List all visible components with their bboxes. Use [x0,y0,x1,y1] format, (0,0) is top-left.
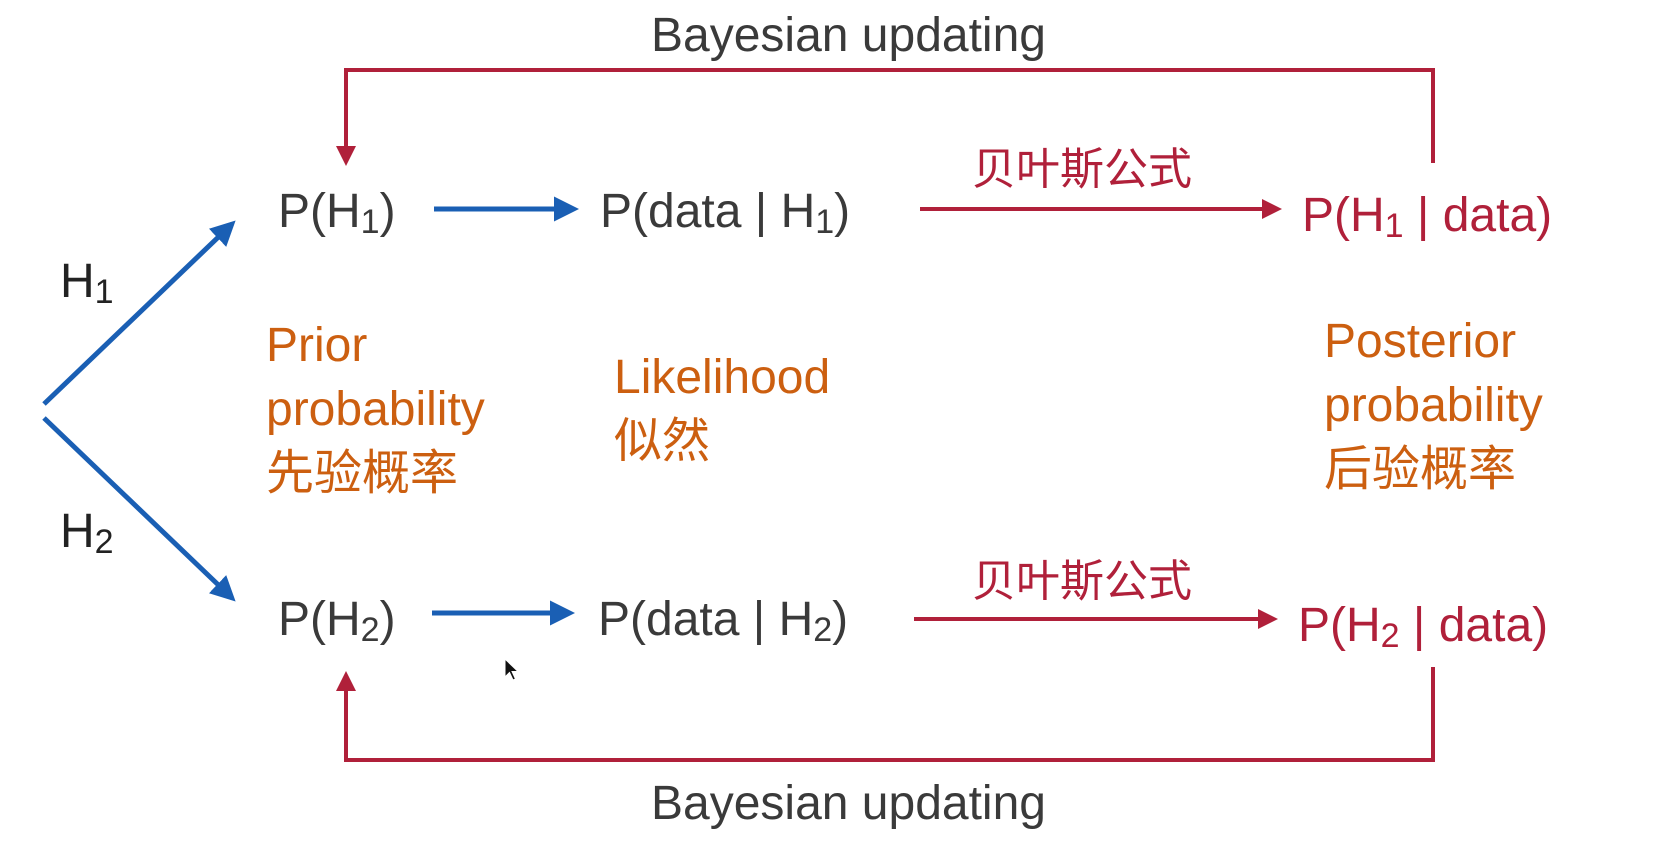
likelihood-h2: P(data | H2) [598,593,849,649]
branch-arrow-h1 [42,220,236,406]
bayesian-updating-loop-top [336,68,1435,166]
prior-h1: P(H1) [278,185,396,241]
h2-branch-label: H2 [60,505,114,561]
mouse-pointer-icon [504,658,520,681]
bayesian-updating-label-top: Bayesian updating [651,9,1046,62]
likelihood-h1: P(data | H1) [600,185,851,241]
bayesian-updating-diagram: Bayesian updating Bayesian updating H1 H… [0,0,1662,841]
posterior-h1: P(H1 | data) [1302,189,1553,245]
bayesian-updating-label-bottom: Bayesian updating [651,777,1046,830]
likelihood-description: Likelihood 似然 [614,351,831,468]
prior-h2: P(H2) [278,593,396,649]
posterior-h2: P(H2 | data) [1298,599,1549,655]
posterior-probability-description: Posterior probability 后验概率 [1324,315,1543,496]
prior-probability-description: Prior probability 先验概率 [266,319,485,500]
bayes-formula-label-1: 贝叶斯公式 [972,145,1192,194]
bayes-formula-label-2: 贝叶斯公式 [972,557,1192,606]
h1-branch-label: H1 [60,255,114,311]
